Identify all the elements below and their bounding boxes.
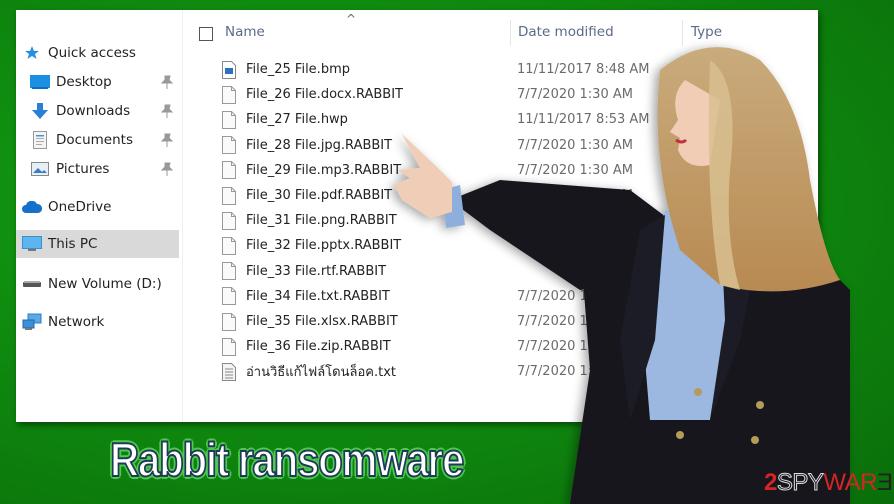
- navigation-pane: Quick access Desktop Downloads Documents: [16, 10, 183, 422]
- nav-item-new-volume[interactable]: New Volume (D:): [16, 270, 179, 298]
- nav-item-onedrive[interactable]: OneDrive: [16, 193, 179, 221]
- download-arrow-icon: [30, 102, 50, 120]
- blank-file-icon: [222, 262, 236, 281]
- logo-part: SPY: [776, 469, 824, 497]
- pictures-icon: [30, 160, 50, 178]
- banner-title: Rabbit ransomware: [109, 432, 465, 487]
- blank-file-icon: [222, 211, 236, 230]
- logo-part: Ǝ: [877, 469, 893, 496]
- computer-icon: [22, 235, 42, 253]
- nav-label: Documents: [56, 132, 133, 148]
- pin-icon[interactable]: [160, 162, 174, 176]
- documents-icon: [30, 131, 50, 149]
- logo-part: WAR: [823, 469, 877, 496]
- logo-part: 2: [764, 469, 777, 496]
- nav-label: Network: [48, 314, 105, 330]
- blank-file-icon: [222, 161, 236, 180]
- nav-label: Pictures: [56, 161, 110, 177]
- blank-file-icon: [222, 186, 236, 205]
- nav-item-desktop[interactable]: Desktop: [16, 68, 179, 96]
- nav-item-documents[interactable]: Documents: [16, 126, 179, 154]
- column-header-name[interactable]: Name: [225, 24, 265, 46]
- blank-file-icon: [222, 110, 236, 129]
- text-file-icon: [222, 362, 236, 381]
- cloud-icon: [22, 198, 42, 216]
- nav-item-pictures[interactable]: Pictures: [16, 155, 179, 183]
- nav-item-this-pc[interactable]: This PC: [16, 230, 179, 258]
- nav-item-downloads[interactable]: Downloads: [16, 97, 179, 125]
- nav-label: Quick access: [48, 45, 136, 61]
- nav-label: This PC: [48, 236, 98, 252]
- blank-file-icon: [222, 136, 236, 155]
- network-icon: [22, 313, 42, 331]
- blank-file-icon: [222, 337, 236, 356]
- pin-icon[interactable]: [160, 104, 174, 118]
- pointing-hand: [394, 134, 452, 218]
- pin-icon[interactable]: [160, 75, 174, 89]
- blank-file-icon: [222, 85, 236, 104]
- pin-icon[interactable]: [160, 133, 174, 147]
- drive-icon: [22, 275, 42, 293]
- nav-label: OneDrive: [48, 199, 112, 215]
- nav-label: New Volume (D:): [48, 276, 162, 292]
- nav-label: Downloads: [56, 103, 131, 119]
- site-watermark-logo: 2SPYWARƎ: [764, 469, 893, 497]
- nav-label: Desktop: [56, 74, 112, 90]
- image-file-icon: [222, 60, 236, 79]
- desktop-icon: [30, 73, 50, 91]
- select-all-checkbox[interactable]: [199, 27, 213, 41]
- nav-item-network[interactable]: Network: [16, 308, 179, 336]
- blank-file-icon: [222, 287, 236, 306]
- blank-file-icon: [222, 236, 236, 255]
- star-icon: [22, 44, 42, 62]
- nav-item-quick-access[interactable]: Quick access: [16, 39, 179, 67]
- sort-ascending-icon: ^: [346, 12, 357, 26]
- blank-file-icon: [222, 312, 236, 331]
